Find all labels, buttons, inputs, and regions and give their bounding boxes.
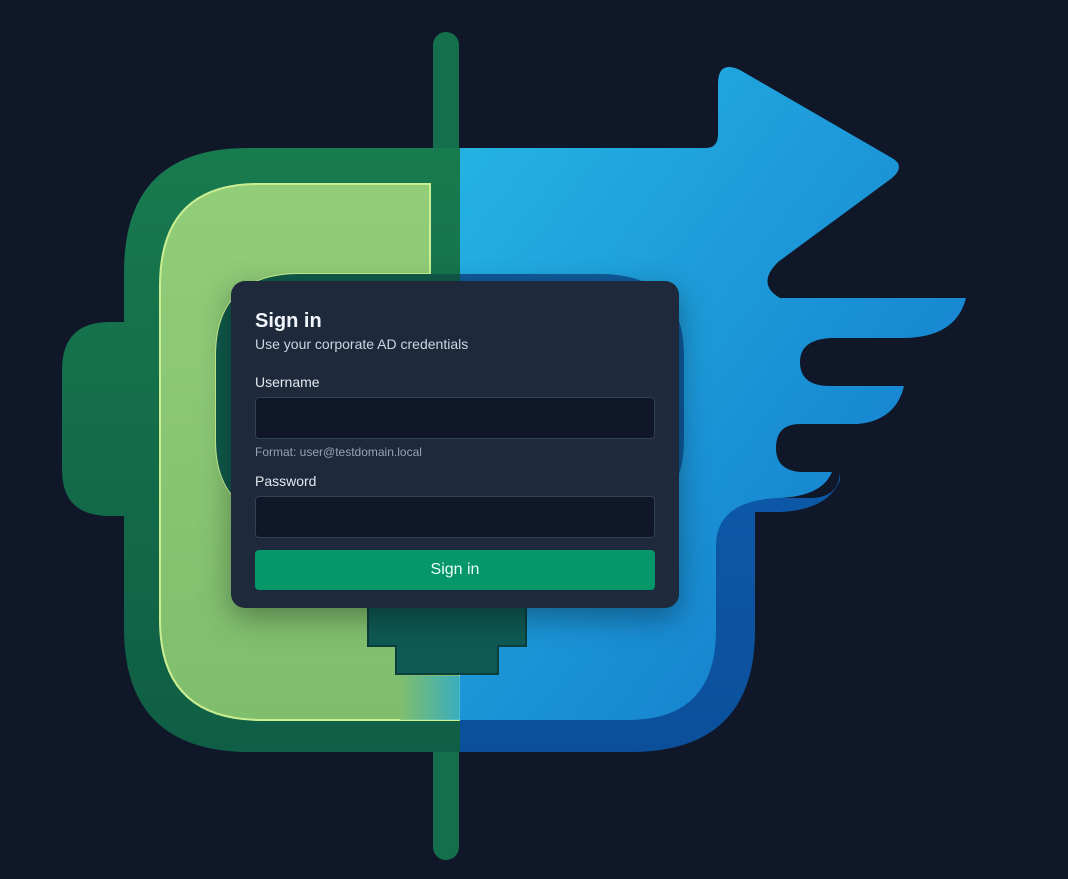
card-subtitle: Use your corporate AD credentials (255, 336, 469, 352)
username-format-hint: Format: user@testdomain.local (255, 445, 422, 459)
login-page: Sign in Use your corporate AD credential… (0, 0, 1068, 879)
sign-in-button[interactable]: Sign in (255, 550, 655, 590)
password-label: Password (255, 473, 317, 489)
card-title: Sign in (255, 310, 322, 332)
username-input[interactable] (255, 397, 655, 439)
password-input[interactable] (255, 496, 655, 538)
username-label: Username (255, 374, 320, 390)
sign-in-card: Sign in Use your corporate AD credential… (231, 281, 679, 608)
